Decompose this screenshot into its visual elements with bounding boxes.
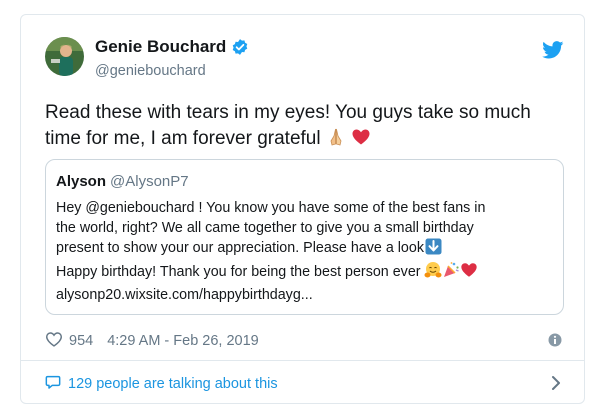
verified-badge-icon	[231, 38, 249, 56]
tweet-timestamp[interactable]: 4:29 AM - Feb 26, 2019	[107, 333, 259, 349]
conversation-link[interactable]: 129 people are talking about this	[45, 374, 278, 394]
folded-hands-emoji-icon	[326, 127, 346, 155]
quoted-author-handle: @AlysonP7	[110, 173, 189, 190]
tweet-meta: 954 4:29 AM - Feb 26, 2019	[45, 331, 259, 351]
like-heart-icon[interactable]	[45, 331, 63, 351]
hugging-face-emoji-icon	[424, 261, 442, 285]
like-count[interactable]: 954	[69, 333, 93, 349]
embedded-tweet-card: Genie Bouchard @geniebouchard Read these…	[20, 14, 585, 404]
author-name-row[interactable]: Genie Bouchard	[95, 37, 249, 57]
down-arrow-emoji-icon	[425, 238, 442, 261]
quoted-line-3: present to show your our appreciation. P…	[56, 240, 424, 256]
red-heart-emoji-icon	[351, 127, 371, 155]
speech-bubble-icon	[45, 374, 61, 394]
quoted-line-4: Happy birthday! Thank you for being the …	[56, 264, 421, 280]
divider	[21, 360, 584, 361]
quoted-tweet-header: Alyson @AlysonP7	[56, 173, 189, 190]
quoted-line-1: Hey @geniebouchard ! You know you have s…	[56, 200, 486, 216]
tweet-text: Read these with tears in my eyes! You gu…	[45, 100, 570, 155]
avatar[interactable]	[45, 37, 84, 76]
twitter-bird-icon[interactable]	[542, 41, 564, 59]
quoted-author-name: Alyson	[56, 173, 107, 190]
party-popper-emoji-icon	[442, 261, 460, 285]
author-name[interactable]: Genie Bouchard	[95, 37, 226, 57]
quoted-tweet[interactable]: Alyson @AlysonP7 Hey @geniebouchard ! You…	[45, 159, 564, 315]
red-heart-small-emoji-icon	[460, 261, 478, 285]
quoted-line-4-row: Happy birthday! Thank you for being the …	[56, 261, 556, 285]
avatar-image	[45, 37, 84, 76]
chevron-right-icon[interactable]	[550, 375, 562, 391]
tweet-text-content: Read these with tears in my eyes! You gu…	[45, 102, 531, 149]
quoted-link[interactable]: alysonp20.wixsite.com/happybirthdayg...	[56, 285, 556, 305]
quoted-line-2: the world, right? We all came together t…	[56, 220, 474, 236]
quoted-tweet-body: Hey @geniebouchard ! You know you have s…	[56, 198, 556, 305]
talking-count-text[interactable]: 129 people are talking about this	[68, 376, 278, 392]
info-icon[interactable]	[548, 333, 562, 347]
quoted-line-3-row: present to show your our appreciation. P…	[56, 238, 556, 261]
author-handle[interactable]: @geniebouchard	[95, 63, 206, 79]
